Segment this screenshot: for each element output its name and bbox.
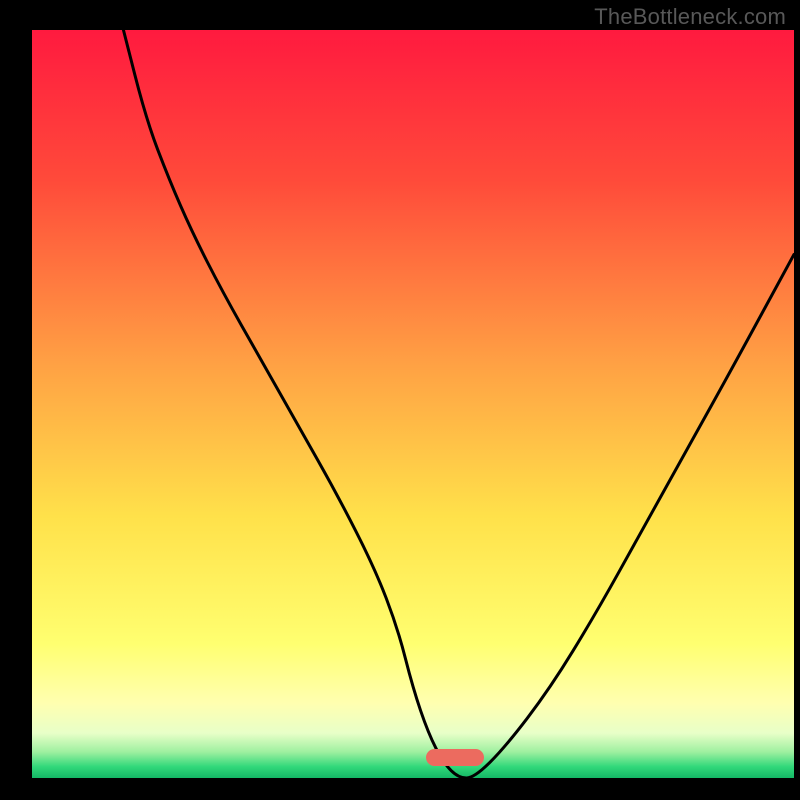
bottleneck-chart [0,0,800,800]
watermark-label: TheBottleneck.com [594,4,786,30]
plot-background [32,30,794,778]
chart-frame: TheBottleneck.com [0,0,800,800]
optimal-marker [426,749,484,766]
